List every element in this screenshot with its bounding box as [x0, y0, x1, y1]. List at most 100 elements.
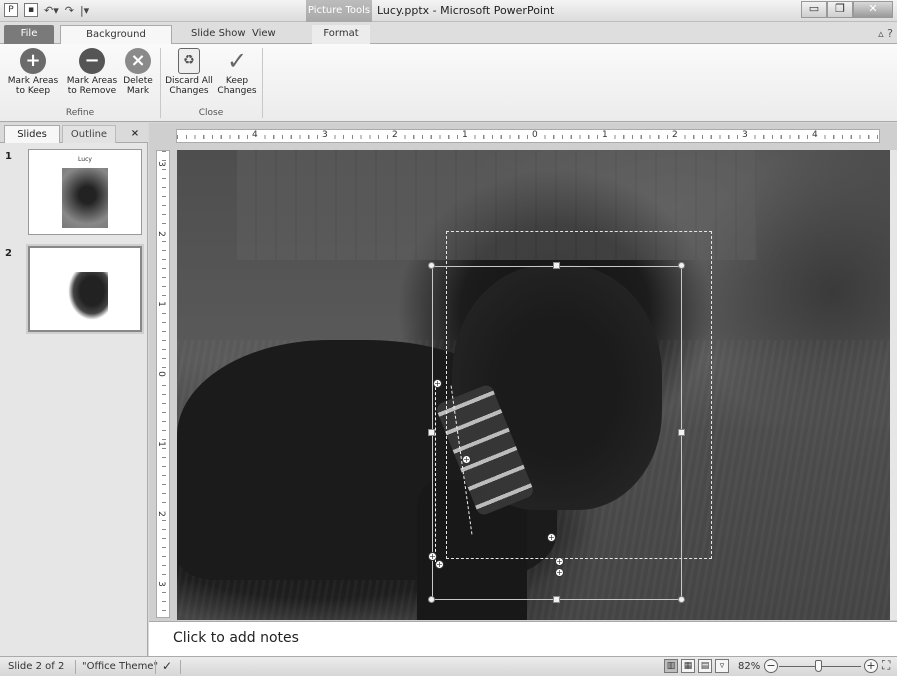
slide-sorter-icon[interactable]: ▦: [681, 659, 695, 673]
customize-qat-icon[interactable]: |▾: [80, 4, 89, 17]
tab-outline[interactable]: Outline: [62, 125, 116, 143]
ruler-number: 2: [156, 231, 166, 237]
ruler-number: 4: [251, 130, 259, 140]
close-button[interactable]: ✕: [853, 1, 893, 18]
notes-placeholder: Click to add notes: [173, 630, 299, 646]
slides-pane-tabs: Slides Outline ×: [0, 123, 148, 143]
vertical-scrollbar[interactable]: [890, 150, 897, 620]
ruler-number: 0: [531, 130, 539, 140]
ruler-number: 3: [741, 130, 749, 140]
resize-handle[interactable]: [678, 262, 685, 269]
resize-handle[interactable]: [428, 429, 435, 436]
dog-photo-thumbnail: [62, 168, 108, 228]
window-title: Lucy.pptx - Microsoft PowerPoint: [377, 4, 555, 17]
minimize-button[interactable]: ▭: [801, 1, 827, 18]
status-divider: [155, 660, 156, 674]
ruler-ticks: [177, 130, 879, 142]
window-controls: ▭ ❐ ✕: [801, 1, 893, 18]
slide-number: 1: [5, 151, 12, 162]
resize-handle[interactable]: [428, 262, 435, 269]
resize-handle[interactable]: [553, 596, 560, 603]
resize-handle[interactable]: [428, 596, 435, 603]
fit-to-window-icon[interactable]: ⛶: [882, 658, 890, 673]
ruler-number: 0: [156, 371, 166, 377]
ruler-number: 2: [156, 511, 166, 517]
mark-areas-to-remove-button[interactable]: − Mark Areas to Remove: [64, 48, 120, 96]
close-pane-icon[interactable]: ×: [128, 125, 142, 143]
button-label: Mark Areas: [7, 76, 59, 86]
discard-all-changes-button[interactable]: ♻ Discard All Changes: [163, 48, 215, 96]
picture-tools-label: Picture Tools: [306, 0, 372, 22]
slide-indicator[interactable]: Slide 2 of 2: [8, 661, 64, 672]
tab-format[interactable]: Format: [312, 25, 370, 44]
normal-view-icon[interactable]: ▥: [664, 659, 678, 673]
tab-file[interactable]: File: [4, 25, 54, 44]
button-label: Mark Areas: [66, 76, 118, 86]
tab-slide-show[interactable]: Slide Show: [183, 25, 254, 44]
zoom-in-button[interactable]: +: [864, 659, 878, 673]
mark-areas-to-keep-button[interactable]: + Mark Areas to Keep: [2, 48, 64, 96]
resize-handle[interactable]: [553, 262, 560, 269]
slides-pane: Slides Outline × 1 Lucy 2: [0, 123, 148, 656]
status-bar: Slide 2 of 2 "Office Theme" ✓ ▥ ▦ ▤ ▿ 82…: [0, 656, 897, 676]
ruler-number: 1: [156, 301, 166, 307]
keep-mark-icon[interactable]: +: [547, 533, 556, 542]
slide-thumbnail-1[interactable]: 1 Lucy: [5, 149, 142, 239]
slide-canvas[interactable]: + + + + + + +: [177, 150, 890, 620]
checkmark-icon: ✓: [226, 47, 248, 75]
ruler-number: 3: [156, 581, 166, 587]
ruler-number: 1: [156, 441, 166, 447]
button-label: Discard All: [165, 76, 213, 86]
quick-access-toolbar: P ▪ ↶▾ ↷ |▾: [4, 3, 89, 17]
resize-handle[interactable]: [678, 596, 685, 603]
delete-mark-button[interactable]: × Delete Mark: [120, 48, 156, 96]
spell-check-icon[interactable]: ✓: [162, 659, 172, 673]
zoom-out-button[interactable]: −: [764, 659, 778, 673]
theme-name[interactable]: "Office Theme": [82, 661, 158, 672]
keep-mark-icon[interactable]: +: [462, 455, 471, 464]
reading-view-icon[interactable]: ▤: [698, 659, 712, 673]
ruler-number: 4: [811, 130, 819, 140]
button-label: to Keep: [15, 86, 51, 96]
button-label: Mark: [126, 86, 150, 96]
ruler-number: 2: [391, 130, 399, 140]
save-icon[interactable]: ▪: [24, 3, 38, 17]
group-label-refine: Refine: [65, 108, 95, 118]
keep-mark-icon[interactable]: +: [435, 560, 444, 569]
notes-pane[interactable]: Click to add notes: [149, 621, 897, 656]
delete-mark-icon: ×: [125, 48, 151, 74]
ruler-number: 2: [671, 130, 679, 140]
slide-preview: Lucy: [28, 149, 142, 235]
status-divider: [75, 660, 76, 674]
keep-mark-icon[interactable]: +: [555, 568, 564, 577]
powerpoint-icon[interactable]: P: [4, 3, 18, 17]
picture-selection-box[interactable]: [432, 266, 682, 600]
button-label: to Remove: [67, 86, 117, 96]
recycle-bin-icon: ♻: [178, 48, 200, 74]
zoom-level[interactable]: 82%: [738, 661, 760, 672]
horizontal-ruler: 4 3 2 1 0 1 2 3 4: [176, 129, 880, 143]
keep-mark-stroke: [435, 382, 436, 562]
tab-background-removal[interactable]: Background Removal: [60, 25, 172, 58]
ribbon-tabs: File Background Removal Slide Show View …: [0, 22, 897, 58]
view-buttons: ▥ ▦ ▤ ▿: [664, 659, 729, 673]
tab-slides[interactable]: Slides: [4, 125, 60, 143]
resize-handle[interactable]: [678, 429, 685, 436]
slide-thumbnail-2[interactable]: 2: [5, 244, 142, 334]
group-label-close: Close: [198, 108, 224, 118]
keep-changes-button[interactable]: ✓ Keep Changes: [215, 48, 259, 96]
keep-mark-icon[interactable]: +: [555, 557, 564, 566]
help-icon[interactable]: ▵ ?: [878, 27, 893, 40]
zoom-slider-thumb[interactable]: [815, 660, 822, 672]
keep-mark-icon[interactable]: +: [433, 379, 442, 388]
undo-icon[interactable]: ↶▾: [44, 4, 59, 17]
group-separator: [262, 48, 263, 118]
status-divider: [180, 660, 181, 674]
ruler-ticks: [162, 151, 166, 617]
slide-show-icon[interactable]: ▿: [715, 659, 729, 673]
ruler-number: 3: [321, 130, 329, 140]
redo-icon[interactable]: ↷: [65, 4, 74, 17]
slide-editing-area: 4 3 2 1 0 1 2 3 4 3 2 1 0 1 2 3 + + + + …: [149, 123, 897, 621]
tab-view[interactable]: View: [244, 25, 284, 44]
maximize-button[interactable]: ❐: [827, 1, 853, 18]
